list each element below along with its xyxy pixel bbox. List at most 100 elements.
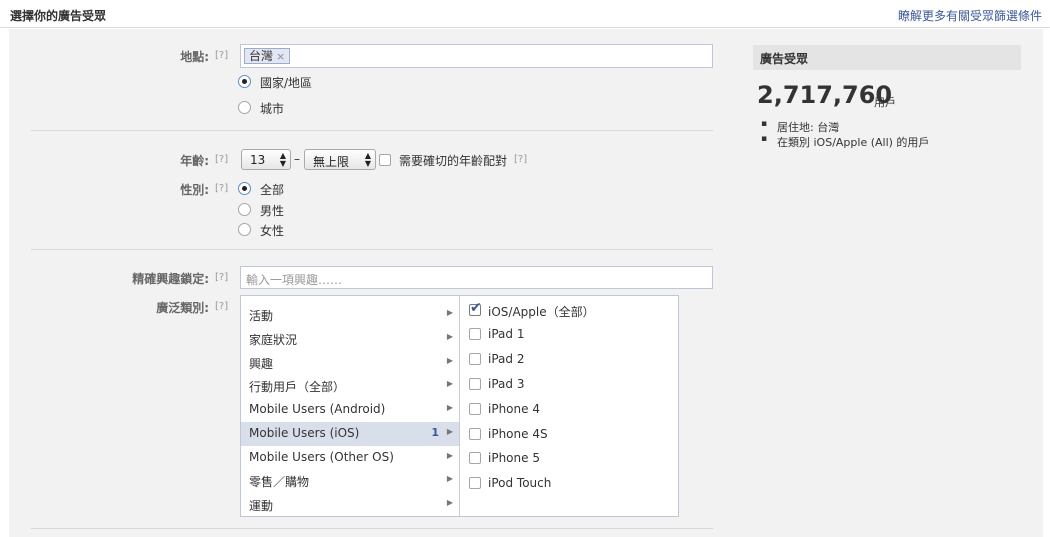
- audience-criteria-text: 居住地: 台灣: [777, 121, 840, 134]
- category-item-selected[interactable]: Mobile Users (iOS) 1 ▶: [241, 422, 459, 446]
- subcategory-item[interactable]: iPod Touch: [469, 474, 674, 494]
- radio-gender-all-label: 全部: [260, 183, 285, 197]
- audience-count: 2,717,760: [757, 81, 893, 109]
- category-item[interactable]: 運動 ▶: [241, 493, 459, 516]
- category-count-badge: 1: [431, 426, 439, 439]
- age-separator: –: [294, 152, 300, 166]
- location-input[interactable]: 台灣 ×: [240, 44, 713, 68]
- radio-gender-male-label: 男性: [260, 204, 285, 218]
- gender-help-icon[interactable]: [?]: [215, 183, 228, 194]
- category-item[interactable]: 家庭狀況 ▶: [241, 327, 459, 351]
- select-arrows-icon: ▲ ▼: [364, 151, 371, 168]
- subcategory-label: iPhone 4: [488, 402, 540, 416]
- subcategory-checkbox[interactable]: [469, 452, 481, 464]
- category-label: Mobile Users (iOS): [249, 426, 360, 440]
- audience-header: 廣告受眾: [753, 45, 1021, 70]
- category-label: 零售／購物: [249, 475, 310, 489]
- age-max-select[interactable]: 無上限 ▲ ▼: [304, 149, 376, 170]
- subcategory-item[interactable]: iOS/Apple（全部）: [469, 300, 674, 321]
- precise-interests-label: 精確興趣鎖定:: [132, 272, 209, 286]
- category-item[interactable]: 行動用戶（全部） ▶: [241, 374, 459, 398]
- radio-gender-female[interactable]: [238, 223, 251, 236]
- subcategory-label: iPad 3: [488, 377, 525, 391]
- chevron-right-icon: ▶: [446, 356, 453, 365]
- subcategory-item[interactable]: iPad 1: [469, 325, 674, 345]
- location-label: 地點:: [180, 50, 209, 64]
- category-item[interactable]: 零售／購物 ▶: [241, 469, 459, 493]
- divider: [31, 249, 713, 250]
- radio-city-label: 城市: [260, 102, 285, 116]
- subcategory-item[interactable]: iPhone 5: [469, 449, 674, 469]
- subcategory-checkbox[interactable]: [469, 403, 481, 415]
- radio-city[interactable]: [238, 101, 251, 114]
- chevron-right-icon: ▶: [446, 403, 453, 412]
- precise-interests-help-icon[interactable]: [?]: [215, 272, 228, 283]
- chevron-right-icon: ▶: [446, 427, 453, 436]
- age-min-select[interactable]: 13 ▲ ▼: [241, 149, 291, 170]
- radio-gender-female-label: 女性: [260, 224, 285, 238]
- chevron-right-icon: ▶: [446, 332, 453, 341]
- subcategory-item[interactable]: iPad 2: [469, 350, 674, 370]
- category-item[interactable]: 活動 ▶: [241, 303, 459, 327]
- targeting-panel: 地點: [?] 台灣 × 國家/地區 城市 年齡: [?] 13 ▲ ▼ – 無上限…: [9, 29, 1043, 537]
- exact-age-checkbox[interactable]: [379, 154, 391, 166]
- location-token-label: 台灣: [249, 49, 274, 63]
- audience-criteria-text: 在類別 iOS/Apple (All) 的用戶: [777, 136, 930, 149]
- radio-gender-all[interactable]: [238, 182, 251, 195]
- subcategory-label: iPad 2: [488, 352, 525, 366]
- learn-more-link[interactable]: 瞭解更多有關受眾篩選條件: [898, 7, 1042, 24]
- subcategory-checkbox[interactable]: [469, 328, 481, 340]
- chevron-right-icon: ▶: [446, 308, 453, 317]
- subcategory-item[interactable]: iPhone 4S: [469, 425, 674, 445]
- subcategory-checkbox[interactable]: [469, 477, 481, 489]
- audience-unit: 用戶: [874, 96, 896, 109]
- subcategory-label: iPad 1: [488, 327, 525, 341]
- chevron-right-icon: ▶: [446, 498, 453, 507]
- age-help-icon[interactable]: [?]: [215, 154, 228, 165]
- age-max-value: 無上限: [313, 155, 350, 169]
- audience-heading: 廣告受眾: [760, 52, 809, 66]
- radio-country[interactable]: [238, 75, 251, 88]
- exact-age-label: 需要確切的年齡配對: [399, 154, 508, 168]
- category-item[interactable]: 興趣 ▶: [241, 351, 459, 375]
- subcategory-item[interactable]: iPad 3: [469, 375, 674, 395]
- subcategory-checkbox[interactable]: [469, 428, 481, 440]
- age-label: 年齡:: [180, 154, 209, 168]
- location-token: 台灣 ×: [244, 48, 291, 64]
- chevron-right-icon: ▶: [446, 474, 453, 483]
- subcategory-label: iPod Touch: [488, 476, 552, 490]
- category-label: 行動用戶（全部）: [249, 380, 346, 394]
- category-label: Mobile Users (Other OS): [249, 450, 394, 464]
- age-min-value: 13: [250, 153, 266, 167]
- chevron-right-icon: ▶: [446, 379, 453, 388]
- broad-categories-label: 廣泛類別:: [156, 301, 209, 315]
- radio-gender-male[interactable]: [238, 203, 251, 216]
- interest-input[interactable]: 輸入一項興趣……: [240, 266, 713, 289]
- subcategory-label: iPhone 4S: [488, 427, 548, 441]
- category-list: 活動 ▶ 家庭狀況 ▶ 興趣 ▶ 行動用戶（全部） ▶ Mobile Users…: [241, 296, 460, 516]
- category-label: Mobile Users (Android): [249, 402, 386, 416]
- gender-label: 性別:: [180, 183, 209, 197]
- category-label: 活動: [249, 309, 274, 323]
- subcategory-item[interactable]: iPhone 4: [469, 400, 674, 420]
- category-label: 家庭狀況: [249, 333, 298, 347]
- remove-token-icon[interactable]: ×: [276, 50, 285, 63]
- category-label: 興趣: [249, 357, 274, 371]
- subcategory-checkbox[interactable]: [469, 353, 481, 365]
- subcategory-checkbox[interactable]: [469, 300, 482, 316]
- category-picker: 活動 ▶ 家庭狀況 ▶ 興趣 ▶ 行動用戶（全部） ▶ Mobile Users…: [240, 295, 679, 517]
- chevron-right-icon: ▶: [446, 451, 453, 460]
- divider: [31, 528, 713, 529]
- select-arrows-icon: ▲ ▼: [279, 151, 286, 168]
- page-title: 選擇你的廣告受眾: [10, 9, 107, 23]
- subcategory-label: iOS/Apple（全部）: [488, 305, 595, 319]
- subcategory-label: iPhone 5: [488, 451, 540, 465]
- divider: [31, 130, 713, 131]
- radio-country-label: 國家/地區: [260, 76, 313, 90]
- category-item[interactable]: Mobile Users (Other OS) ▶: [241, 446, 459, 470]
- broad-categories-help-icon[interactable]: [?]: [215, 301, 228, 312]
- exact-age-help-icon[interactable]: [?]: [514, 154, 527, 165]
- category-item[interactable]: Mobile Users (Android) ▶: [241, 398, 459, 422]
- subcategory-checkbox[interactable]: [469, 378, 481, 390]
- location-help-icon[interactable]: [?]: [215, 50, 228, 61]
